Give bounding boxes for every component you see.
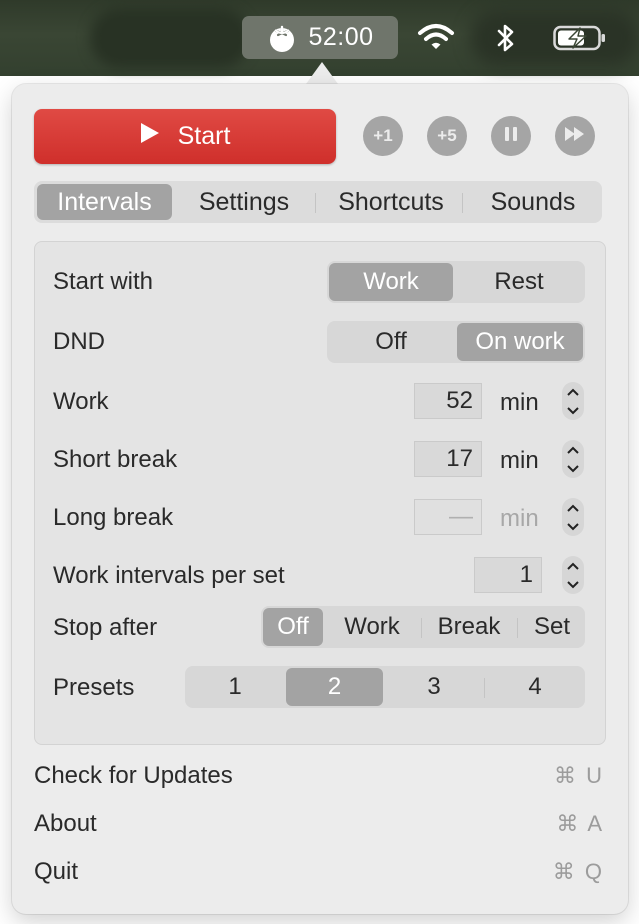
chevron-down-icon	[567, 522, 579, 530]
preset-2[interactable]: 2	[286, 668, 383, 706]
timer-text: 52:00	[308, 23, 374, 51]
chevron-down-icon	[567, 406, 579, 414]
short-break-unit: min	[500, 447, 539, 474]
long-break-label: Long break	[53, 504, 174, 531]
start-with-work[interactable]: Work	[329, 263, 453, 301]
stop-after-work[interactable]: Work	[327, 608, 417, 646]
tomato-icon	[266, 23, 298, 53]
stop-after-set[interactable]: Set	[521, 608, 583, 646]
option-label: On work	[475, 328, 565, 355]
stop-after-off[interactable]: Off	[263, 608, 323, 646]
short-break-label: Short break	[53, 446, 178, 473]
start-with-rest[interactable]: Rest	[455, 263, 583, 301]
play-icon	[140, 122, 160, 151]
option-label: Work	[344, 613, 400, 640]
menu-item-label: Quit	[34, 858, 79, 885]
add-5-minutes-button[interactable]: +5	[427, 116, 467, 156]
segment-divider	[517, 618, 518, 638]
tab-bar: Intervals Settings Shortcuts Sounds	[34, 181, 602, 223]
stop-after-segmented: Off Work Break Set	[261, 606, 585, 648]
work-stepper[interactable]	[562, 382, 584, 420]
start-with-segmented: Work Rest	[327, 261, 585, 303]
tab-divider	[315, 193, 316, 213]
option-label: 1	[228, 673, 242, 700]
timer-menubar-item[interactable]: 52:00	[242, 16, 398, 59]
wallpaper-shadow	[90, 8, 250, 68]
stop-after-label: Stop after	[53, 614, 158, 641]
option-label: 2	[327, 673, 342, 700]
add-1-label: +1	[373, 126, 393, 145]
work-intervals-label: Work intervals per set	[53, 562, 285, 589]
add-5-label: +5	[437, 126, 457, 145]
option-label: Rest	[494, 268, 544, 295]
wifi-icon[interactable]	[417, 22, 455, 57]
tab-sounds[interactable]: Sounds	[468, 184, 598, 220]
short-break-stepper[interactable]	[562, 440, 584, 478]
skip-forward-icon	[564, 126, 586, 147]
tab-intervals[interactable]: Intervals	[37, 184, 172, 220]
option-label: Set	[533, 613, 571, 640]
dnd-off[interactable]: Off	[329, 323, 453, 361]
segment-divider	[421, 618, 422, 638]
intervals-settings-box: Start with Work Rest DND Off On work Wor…	[34, 241, 606, 745]
option-label: Break	[437, 613, 501, 640]
option-label: 4	[528, 673, 542, 700]
menu-item-about[interactable]: About ⌘ A	[34, 804, 604, 844]
work-intervals-stepper[interactable]	[562, 556, 584, 594]
menu-item-shortcut: ⌘ U	[554, 763, 604, 788]
tab-label: Settings	[198, 187, 290, 216]
pause-button[interactable]	[491, 116, 531, 156]
menu-item-shortcut: ⌘ Q	[552, 859, 604, 884]
preset-4[interactable]: 4	[487, 668, 583, 706]
long-break-stepper[interactable]	[562, 498, 584, 536]
add-1-minute-button[interactable]: +1	[363, 116, 403, 156]
long-break-unit: min	[500, 505, 539, 532]
chevron-up-icon	[567, 446, 579, 454]
tab-divider	[462, 193, 463, 213]
chevron-down-icon	[567, 580, 579, 588]
option-label: Work	[363, 268, 419, 295]
menu-item-label: Check for Updates	[34, 762, 233, 789]
short-break-minutes-field[interactable]: 17	[414, 441, 482, 477]
option-label: 3	[427, 673, 441, 700]
long-break-minutes-field[interactable]: —	[414, 499, 482, 535]
start-button-label: Start	[177, 122, 231, 150]
start-with-label: Start with	[53, 268, 154, 295]
menu-item-check-for-updates[interactable]: Check for Updates ⌘ U	[34, 756, 604, 796]
pause-icon	[504, 126, 518, 147]
option-label: Off	[277, 613, 309, 640]
work-unit: min	[500, 389, 539, 416]
chevron-up-icon	[567, 562, 579, 570]
work-label: Work	[53, 388, 109, 415]
dnd-label: DND	[53, 328, 105, 355]
preset-3[interactable]: 3	[386, 668, 482, 706]
presets-label: Presets	[53, 674, 135, 701]
work-minutes-field[interactable]: 52	[414, 383, 482, 419]
stop-after-break[interactable]: Break	[425, 608, 513, 646]
work-intervals-field[interactable]: 1	[474, 557, 542, 593]
segment-divider	[484, 678, 485, 698]
battery-charging-icon[interactable]	[553, 25, 607, 56]
presets-segmented: 1 2 3 4	[185, 666, 585, 708]
chevron-up-icon	[567, 388, 579, 396]
menu-item-label: About	[34, 810, 97, 837]
skip-button[interactable]	[555, 116, 595, 156]
dnd-segmented: Off On work	[327, 321, 585, 363]
tab-label: Sounds	[490, 187, 576, 216]
dnd-on-work[interactable]: On work	[457, 323, 583, 361]
bluetooth-icon[interactable]	[494, 22, 518, 59]
start-button[interactable]: Start	[34, 109, 336, 164]
tab-label: Shortcuts	[338, 187, 444, 216]
tab-label: Intervals	[57, 187, 152, 216]
chevron-up-icon	[567, 504, 579, 512]
tab-shortcuts[interactable]: Shortcuts	[321, 184, 461, 220]
menu-item-shortcut: ⌘ A	[556, 811, 604, 836]
tab-settings[interactable]: Settings	[179, 184, 309, 220]
preset-1[interactable]: 1	[187, 668, 283, 706]
menu-item-quit[interactable]: Quit ⌘ Q	[34, 852, 604, 892]
popover-arrow	[306, 62, 338, 84]
chevron-down-icon	[567, 464, 579, 472]
option-label: Off	[375, 328, 407, 355]
popover-panel: Start +1 +5 Intervals Settings Shortcuts…	[12, 84, 628, 914]
